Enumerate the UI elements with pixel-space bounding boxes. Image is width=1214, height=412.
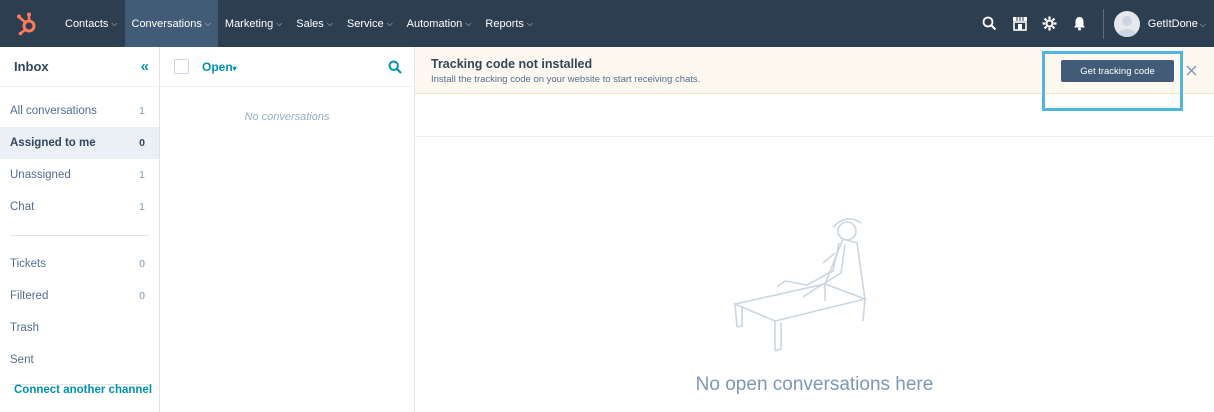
- caret-down-icon: ▾: [232, 63, 237, 73]
- avatar[interactable]: [1113, 10, 1140, 37]
- account-name: GetItDone: [1147, 17, 1198, 30]
- conversation-view: Tracking code not installed Install the …: [415, 47, 1214, 412]
- nav-conversations[interactable]: Conversations ⌵: [124, 0, 218, 47]
- nav-reports[interactable]: Reports ⌵: [478, 0, 540, 47]
- top-navigation-bar: Contacts ⌵ Conversations ⌵ Marketing ⌵ Sale…: [0, 0, 1214, 47]
- banner-title: Tracking code not installed: [431, 57, 593, 71]
- hubspot-logo-icon[interactable]: [6, 0, 48, 47]
- inbox-sidebar: Inbox « All conversations 1 Assigned to m…: [0, 47, 160, 412]
- connect-channel-link[interactable]: Connect another channel: [4, 384, 152, 396]
- account-menu[interactable]: GetItDone ⌵: [1148, 18, 1206, 30]
- chevron-down-icon: ⌵: [276, 18, 283, 28]
- sidebar-item-count: 1: [139, 169, 145, 181]
- sidebar-item-count: 1: [139, 105, 145, 117]
- sidebar-item-unassigned[interactable]: Unassigned 1: [0, 159, 159, 191]
- status-filter-label: Open: [202, 59, 233, 74]
- nav-sales-label: Sales: [296, 17, 324, 30]
- nav-marketing[interactable]: Marketing ⌵: [218, 0, 289, 47]
- chevron-down-icon: ⌵: [326, 18, 333, 28]
- chevron-down-icon: ⌵: [465, 18, 472, 28]
- sidebar-item-label: Chat: [10, 201, 35, 213]
- search-icon[interactable]: [975, 0, 1005, 47]
- nav-conversations-label: Conversations: [131, 17, 202, 30]
- nav-automation[interactable]: Automation ⌵: [400, 0, 479, 47]
- nav-contacts-label: Contacts: [65, 17, 109, 30]
- close-icon[interactable]: [1181, 60, 1201, 80]
- header-divider: [415, 136, 1214, 137]
- sidebar-header: Inbox «: [0, 47, 159, 87]
- sidebar-item-count: 0: [139, 258, 145, 270]
- nav-service-label: Service: [346, 17, 384, 30]
- nav-utilities: GetItDone ⌵: [975, 0, 1214, 47]
- main-menu: Contacts ⌵ Conversations ⌵ Marketing ⌵ Sale…: [58, 0, 540, 47]
- chevron-down-icon: ⌵: [526, 18, 533, 28]
- sidebar-item-trash[interactable]: Trash: [0, 312, 159, 344]
- sidebar-title: Inbox: [14, 59, 49, 74]
- highlight-annotation: [1042, 51, 1183, 111]
- chevron-down-icon: ⌵: [1199, 19, 1206, 29]
- search-icon[interactable]: [386, 58, 404, 76]
- sidebar-item-count: 1: [139, 201, 145, 213]
- nav-sales[interactable]: Sales ⌵: [289, 0, 340, 47]
- sidebar-item-tickets[interactable]: Tickets 0: [0, 248, 159, 280]
- sidebar-item-filtered[interactable]: Filtered 0: [0, 280, 159, 312]
- nav-reports-label: Reports: [485, 17, 524, 30]
- sidebar-item-label: Unassigned: [10, 169, 71, 181]
- sidebar-item-label: Filtered: [10, 290, 49, 302]
- notifications-icon[interactable]: [1065, 0, 1095, 47]
- select-all-checkbox[interactable]: [174, 59, 189, 74]
- status-filter-dropdown[interactable]: Open▾: [202, 60, 237, 74]
- sidebar-item-label: Tickets: [10, 258, 46, 270]
- empty-state-message: No open conversations here: [695, 374, 934, 395]
- nav-automation-label: Automation: [406, 17, 463, 30]
- chevron-down-icon: ⌵: [111, 18, 118, 28]
- nav-marketing-label: Marketing: [224, 17, 274, 30]
- sidebar-item-label: Sent: [10, 354, 34, 366]
- empty-list-message: No conversations: [244, 111, 330, 123]
- chevron-down-icon: ⌵: [386, 18, 393, 28]
- sidebar-item-sent[interactable]: Sent: [0, 344, 159, 376]
- sidebar-item-all-conversations[interactable]: All conversations 1: [0, 95, 159, 127]
- sidebar-item-label: Assigned to me: [10, 137, 96, 149]
- empty-state-illustration: [715, 209, 895, 359]
- sidebar-item-label: Trash: [10, 322, 39, 334]
- marketplace-icon[interactable]: [1005, 0, 1035, 47]
- sidebar-divider: [10, 235, 149, 236]
- sidebar-item-count: 0: [139, 290, 145, 302]
- banner-text: Install the tracking code on your websit…: [431, 74, 701, 85]
- collapse-sidebar-icon[interactable]: «: [141, 58, 149, 75]
- nav-divider: [1102, 8, 1104, 39]
- sidebar-item-assigned-to-me[interactable]: Assigned to me 0: [0, 127, 159, 159]
- nav-contacts[interactable]: Contacts ⌵: [58, 0, 125, 47]
- list-header: Open▾: [160, 47, 414, 87]
- sidebar-item-label: All conversations: [10, 105, 97, 117]
- settings-icon[interactable]: [1035, 0, 1065, 47]
- sidebar-item-chat[interactable]: Chat 1: [0, 191, 159, 223]
- sidebar-item-count: 0: [139, 137, 145, 149]
- nav-service[interactable]: Service ⌵: [340, 0, 400, 47]
- chevron-down-icon: ⌵: [204, 18, 211, 28]
- conversation-list: Open▾ No conversations: [160, 47, 415, 412]
